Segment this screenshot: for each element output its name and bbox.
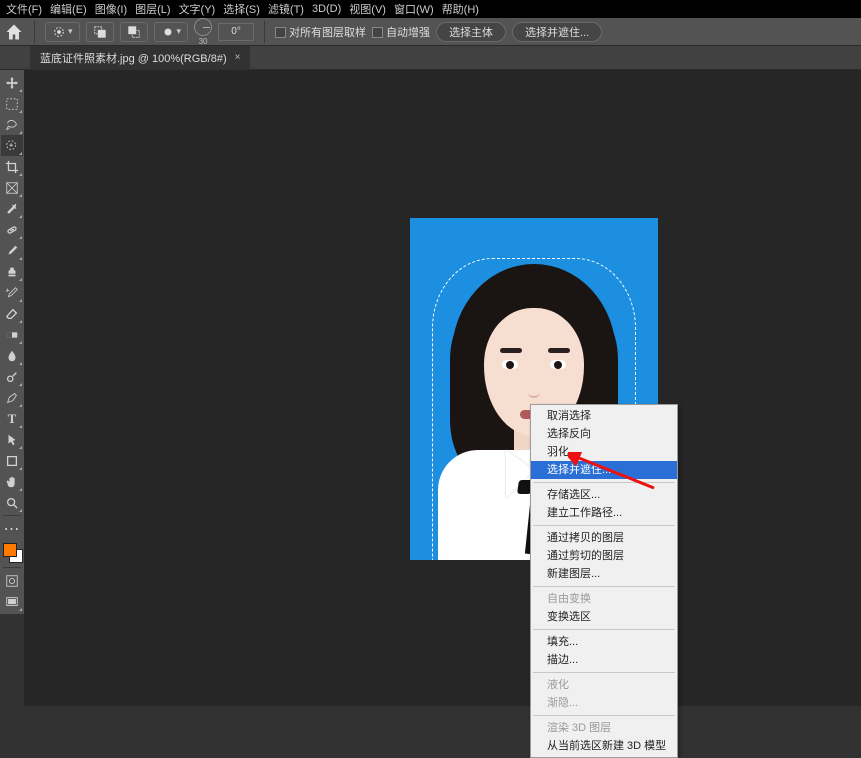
add-to-selection-icon[interactable] (86, 22, 114, 42)
angle-wheel[interactable] (194, 18, 212, 36)
angle-input[interactable]: 0° (218, 23, 254, 41)
marquee-tool-icon[interactable] (1, 93, 23, 114)
zoom-tool-icon[interactable] (1, 492, 23, 513)
menu-view[interactable]: 视图(V) (349, 1, 386, 17)
menu-image[interactable]: 图像(I) (95, 1, 127, 17)
menu-bar: 文件(F) 编辑(E) 图像(I) 图层(L) 文字(Y) 选择(S) 滤镜(T… (0, 0, 861, 18)
hand-tool-icon[interactable] (1, 471, 23, 492)
separator (34, 21, 35, 43)
history-brush-tool-icon[interactable] (1, 282, 23, 303)
separator (533, 629, 675, 630)
separator (3, 567, 21, 568)
subtract-from-selection-icon[interactable] (120, 22, 148, 42)
gradient-tool-icon[interactable] (1, 324, 23, 345)
separator (533, 672, 675, 673)
select-and-mask-button[interactable]: 选择并遮住... (512, 22, 602, 42)
separator (264, 21, 265, 43)
path-selection-tool-icon[interactable] (1, 429, 23, 450)
portrait-brow (500, 348, 522, 353)
options-bar: ▾ ▾ 30 0° 对所有图层取样 自动增强 选择主体 选择并遮住... (0, 18, 861, 46)
blur-tool-icon[interactable] (1, 345, 23, 366)
ctx-fade[interactable]: 渐隐... (531, 694, 677, 712)
move-tool-icon[interactable] (1, 72, 23, 93)
dodge-tool-icon[interactable] (1, 366, 23, 387)
healing-brush-tool-icon[interactable] (1, 219, 23, 240)
quick-mask-icon[interactable] (1, 570, 23, 591)
ctx-stroke[interactable]: 描边... (531, 651, 677, 669)
ctx-render-3d-layer[interactable]: 渲染 3D 图层 (531, 719, 677, 737)
portrait-eye (550, 360, 566, 369)
auto-enhance-checkbox[interactable]: 自动增强 (372, 24, 430, 40)
ctx-deselect[interactable]: 取消选择 (531, 407, 677, 425)
ctx-save-selection[interactable]: 存储选区... (531, 486, 677, 504)
menu-layer[interactable]: 图层(L) (135, 1, 170, 17)
ctx-transform-selection[interactable]: 变换选区 (531, 608, 677, 626)
select-subject-button[interactable]: 选择主体 (436, 22, 506, 42)
separator (3, 515, 21, 516)
ctx-layer-via-cut[interactable]: 通过剪切的图层 (531, 547, 677, 565)
edit-toolbar-icon[interactable]: ⋯ (1, 518, 23, 539)
menu-type[interactable]: 文字(Y) (179, 1, 216, 17)
separator (533, 482, 675, 483)
separator (533, 715, 675, 716)
brush-tool-icon[interactable] (1, 240, 23, 261)
ctx-inverse[interactable]: 选择反向 (531, 425, 677, 443)
ctx-feather[interactable]: 羽化... (531, 443, 677, 461)
menu-filter[interactable]: 滤镜(T) (268, 1, 304, 17)
quick-select-icon[interactable]: ▾ (45, 22, 80, 42)
ctx-new-3d-from-selection[interactable]: 从当前选区新建 3D 模型 (531, 737, 677, 755)
separator (533, 525, 675, 526)
brush-picker-icon[interactable]: ▾ (154, 22, 189, 42)
ctx-make-work-path[interactable]: 建立工作路径... (531, 504, 677, 522)
menu-edit[interactable]: 编辑(E) (50, 1, 87, 17)
ctx-layer-via-copy[interactable]: 通过拷贝的图层 (531, 529, 677, 547)
document-tab-title: 蓝底证件照素材.jpg @ 100%(RGB/8#) (40, 50, 227, 66)
pen-tool-icon[interactable] (1, 387, 23, 408)
portrait-brow (548, 348, 570, 353)
quick-selection-tool-icon[interactable] (1, 135, 23, 156)
foreground-color[interactable] (3, 543, 17, 557)
portrait-eye (502, 360, 518, 369)
close-tab-icon[interactable]: × (235, 52, 241, 63)
clone-stamp-tool-icon[interactable] (1, 261, 23, 282)
document-tab[interactable]: 蓝底证件照素材.jpg @ 100%(RGB/8#) × (30, 46, 250, 70)
menu-window[interactable]: 窗口(W) (394, 1, 434, 17)
screen-mode-icon[interactable] (1, 591, 23, 612)
ctx-liquify[interactable]: 液化 (531, 676, 677, 694)
text-tool-icon[interactable]: T (1, 408, 23, 429)
ctx-fill[interactable]: 填充... (531, 633, 677, 651)
menu-file[interactable]: 文件(F) (6, 1, 42, 17)
color-swatches[interactable] (1, 541, 23, 565)
separator (533, 586, 675, 587)
home-icon[interactable] (4, 22, 24, 42)
ctx-free-transform[interactable]: 自由变换 (531, 590, 677, 608)
context-menu: 取消选择 选择反向 羽化... 选择并遮住... 存储选区... 建立工作路径.… (530, 404, 678, 758)
frame-tool-icon[interactable] (1, 177, 23, 198)
crop-tool-icon[interactable] (1, 156, 23, 177)
portrait-nose (528, 388, 540, 398)
lasso-tool-icon[interactable] (1, 114, 23, 135)
menu-3d[interactable]: 3D(D) (312, 3, 341, 15)
shape-tool-icon[interactable] (1, 450, 23, 471)
sample-all-layers-checkbox[interactable]: 对所有图层取样 (275, 24, 366, 40)
angle-label: 30 (199, 37, 208, 46)
eyedropper-tool-icon[interactable] (1, 198, 23, 219)
menu-help[interactable]: 帮助(H) (442, 1, 479, 17)
menu-select[interactable]: 选择(S) (223, 1, 260, 17)
ctx-new-layer[interactable]: 新建图层... (531, 565, 677, 583)
ctx-select-and-mask[interactable]: 选择并遮住... (531, 461, 677, 479)
document-tab-bar: 蓝底证件照素材.jpg @ 100%(RGB/8#) × (0, 46, 861, 70)
eraser-tool-icon[interactable] (1, 303, 23, 324)
tools-panel: T ⋯ (0, 70, 24, 614)
